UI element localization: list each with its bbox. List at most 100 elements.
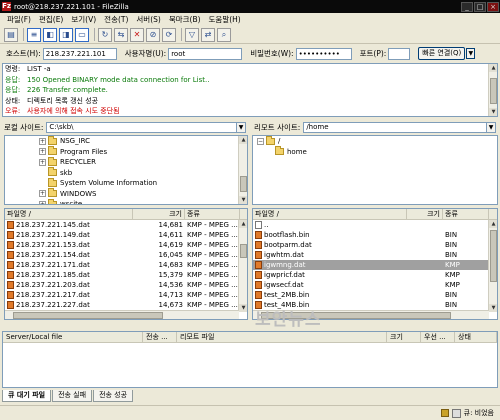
local-file-list[interactable]: 파일명 / 크기 종류 218.237.221.145.dat 14,681 KMP… xyxy=(4,208,248,320)
refresh-icon[interactable]: ↻ xyxy=(98,27,112,42)
close-button[interactable]: × xyxy=(487,1,499,12)
scroll-thumb[interactable] xyxy=(490,78,497,104)
column-header-size[interactable]: 크기 xyxy=(407,209,443,219)
file-row[interactable]: 218.237.221.227.dat 14,673 KMP - MPEG ... xyxy=(5,300,247,310)
quickconnect-button[interactable]: 빠른 연결(Q) xyxy=(418,47,466,60)
tree-item[interactable]: skb xyxy=(39,167,247,179)
scroll-thumb[interactable] xyxy=(240,176,247,192)
remote-file-list[interactable]: 파일명 / 크기 종류 .. bootflash.bin BIN bootparm.d… xyxy=(252,208,498,320)
tree-item[interactable]: + RECYCLER xyxy=(39,156,247,168)
scroll-up-icon[interactable]: ▲ xyxy=(239,136,247,144)
toggle-log-icon[interactable]: ≡ xyxy=(27,27,41,42)
toggle-local-tree-icon[interactable]: ◧ xyxy=(43,27,57,42)
remote-directory-tree[interactable]: − / home xyxy=(252,135,498,205)
sync-browse-icon[interactable]: ⇄ xyxy=(201,27,215,42)
site-manager-icon[interactable]: ▤ xyxy=(4,27,18,42)
minimize-button[interactable]: _ xyxy=(461,1,473,12)
quickconnect-dropdown-icon[interactable]: ▼ xyxy=(466,48,476,59)
menu-view[interactable]: 보기(V) xyxy=(67,14,100,25)
remote-path-input[interactable]: /home xyxy=(303,122,487,133)
local-path-dropdown-icon[interactable]: ▼ xyxy=(237,122,246,133)
scroll-up-icon[interactable]: ▲ xyxy=(489,220,497,228)
column-header-type[interactable]: 종류 xyxy=(185,209,240,219)
column-header-name[interactable]: 파일명 / xyxy=(5,209,133,219)
host-input[interactable]: 218.237.221.101 xyxy=(42,47,117,60)
file-row[interactable]: 218.237.221.153.dat 14,619 KMP - MPEG ... xyxy=(5,240,247,250)
process-queue-icon[interactable]: ⇆ xyxy=(114,27,128,42)
file-row[interactable]: igwpricf.dat KMP xyxy=(253,270,497,280)
expand-icon[interactable]: + xyxy=(39,190,46,198)
local-files-hscrollbar[interactable] xyxy=(5,310,239,319)
scroll-down-icon[interactable]: ▼ xyxy=(489,108,497,116)
filter-icon[interactable]: ▽ xyxy=(185,27,199,42)
log-scrollbar[interactable]: ▲ ▼ xyxy=(488,64,497,116)
file-row[interactable]: 218.237.221.154.dat 16,045 KMP - MPEG ... xyxy=(5,250,247,260)
column-header-local-file[interactable]: Server/Local file xyxy=(3,332,143,342)
password-input[interactable]: •••••••••• xyxy=(295,47,352,60)
file-row[interactable]: .. xyxy=(253,220,497,230)
speed-limit-icon[interactable] xyxy=(451,408,461,418)
column-header-name[interactable]: 파일명 / xyxy=(253,209,407,219)
tree-item[interactable]: + wscite xyxy=(39,198,247,204)
remote-files-scrollbar[interactable]: ▲ ▼ xyxy=(488,220,497,312)
local-path-input[interactable]: C:\skb\ xyxy=(46,122,237,133)
tab-successful-transfers[interactable]: 전송 성공 xyxy=(93,390,134,402)
file-row[interactable]: test_2MB.bin BIN xyxy=(253,290,497,300)
local-files-scrollbar[interactable]: ▲ ▼ xyxy=(238,220,247,312)
menu-server[interactable]: 서버(S) xyxy=(132,14,164,25)
file-row[interactable]: bootparm.dat BIN xyxy=(253,240,497,250)
file-row[interactable]: 218.237.221.171.dat 14,683 KMP - MPEG ... xyxy=(5,260,247,270)
tree-item[interactable]: − / xyxy=(257,136,497,147)
local-directory-tree[interactable]: + NSG_IRC + Program Files + RECYCLER skb Sy… xyxy=(4,135,248,205)
column-header-remote-file[interactable]: 리모트 파일 xyxy=(177,332,387,342)
column-header-size[interactable]: 크기 xyxy=(387,332,421,342)
menu-edit[interactable]: 편집(E) xyxy=(35,14,67,25)
expand-icon[interactable]: + xyxy=(39,137,46,145)
menu-help[interactable]: 도움말(H) xyxy=(205,14,245,25)
maximize-button[interactable]: □ xyxy=(474,1,486,12)
username-input[interactable]: root xyxy=(168,47,243,60)
scroll-thumb[interactable] xyxy=(13,312,163,319)
tree-item[interactable]: + NSG_IRC xyxy=(39,136,247,147)
cancel-icon[interactable]: ✕ xyxy=(130,27,144,42)
file-row[interactable]: 218.237.221.149.dat 14,611 KMP - MPEG ... xyxy=(5,230,247,240)
expand-icon[interactable]: + xyxy=(39,158,46,166)
expand-icon[interactable]: + xyxy=(39,148,46,156)
tree-item[interactable]: home xyxy=(257,146,497,158)
scroll-up-icon[interactable]: ▲ xyxy=(239,220,247,228)
collapse-icon[interactable]: − xyxy=(257,137,264,145)
file-row[interactable]: igwmng.dat KMP xyxy=(253,260,497,270)
menu-transfer[interactable]: 전송(T) xyxy=(100,14,132,25)
menu-file[interactable]: 파일(F) xyxy=(3,14,35,25)
file-row[interactable]: igwsecf.dat KMP xyxy=(253,280,497,290)
message-log[interactable]: 명령: LIST -a 응답: 150 Opened BINARY mode d… xyxy=(2,63,498,117)
disconnect-icon[interactable]: ⊘ xyxy=(146,27,160,42)
scroll-down-icon[interactable]: ▼ xyxy=(239,304,247,312)
search-icon[interactable]: ⌕ xyxy=(217,27,231,42)
file-row[interactable]: bootflash.bin BIN xyxy=(253,230,497,240)
file-row[interactable]: 218.237.221.203.dat 14,536 KMP - MPEG ... xyxy=(5,280,247,290)
menu-bookmarks[interactable]: 북마크(B) xyxy=(165,14,205,25)
column-header-direction[interactable]: 전송 ... xyxy=(143,332,177,342)
tree-item[interactable]: + Program Files xyxy=(39,146,247,158)
port-input[interactable] xyxy=(388,47,411,60)
file-row[interactable]: 218.237.221.185.dat 15,379 KMP - MPEG ... xyxy=(5,270,247,280)
scroll-down-icon[interactable]: ▼ xyxy=(489,304,497,312)
tree-item[interactable]: + WINDOWS xyxy=(39,188,247,200)
toggle-remote-tree-icon[interactable]: ◨ xyxy=(59,27,73,42)
local-tree-scrollbar[interactable]: ▲ ▼ xyxy=(238,136,247,204)
tree-item[interactable]: System Volume Information xyxy=(39,177,247,189)
column-header-status[interactable]: 상태 xyxy=(455,332,497,342)
expand-icon[interactable]: + xyxy=(39,200,46,204)
file-row[interactable]: igwhtm.dat BIN xyxy=(253,250,497,260)
scroll-thumb[interactable] xyxy=(240,244,247,258)
reconnect-icon[interactable]: ⟳ xyxy=(162,27,176,42)
scroll-down-icon[interactable]: ▼ xyxy=(239,196,247,204)
tab-queued-files[interactable]: 큐 대기 파일 xyxy=(2,390,52,402)
column-header-size[interactable]: 크기 xyxy=(133,209,185,219)
file-row[interactable]: 218.237.221.145.dat 14,681 KMP - MPEG ... xyxy=(5,220,247,230)
scroll-up-icon[interactable]: ▲ xyxy=(489,64,497,72)
file-row[interactable]: 218.237.221.217.dat 14,713 KMP - MPEG ... xyxy=(5,290,247,300)
toggle-queue-icon[interactable]: ▭ xyxy=(75,27,89,42)
scroll-thumb[interactable] xyxy=(490,230,497,282)
